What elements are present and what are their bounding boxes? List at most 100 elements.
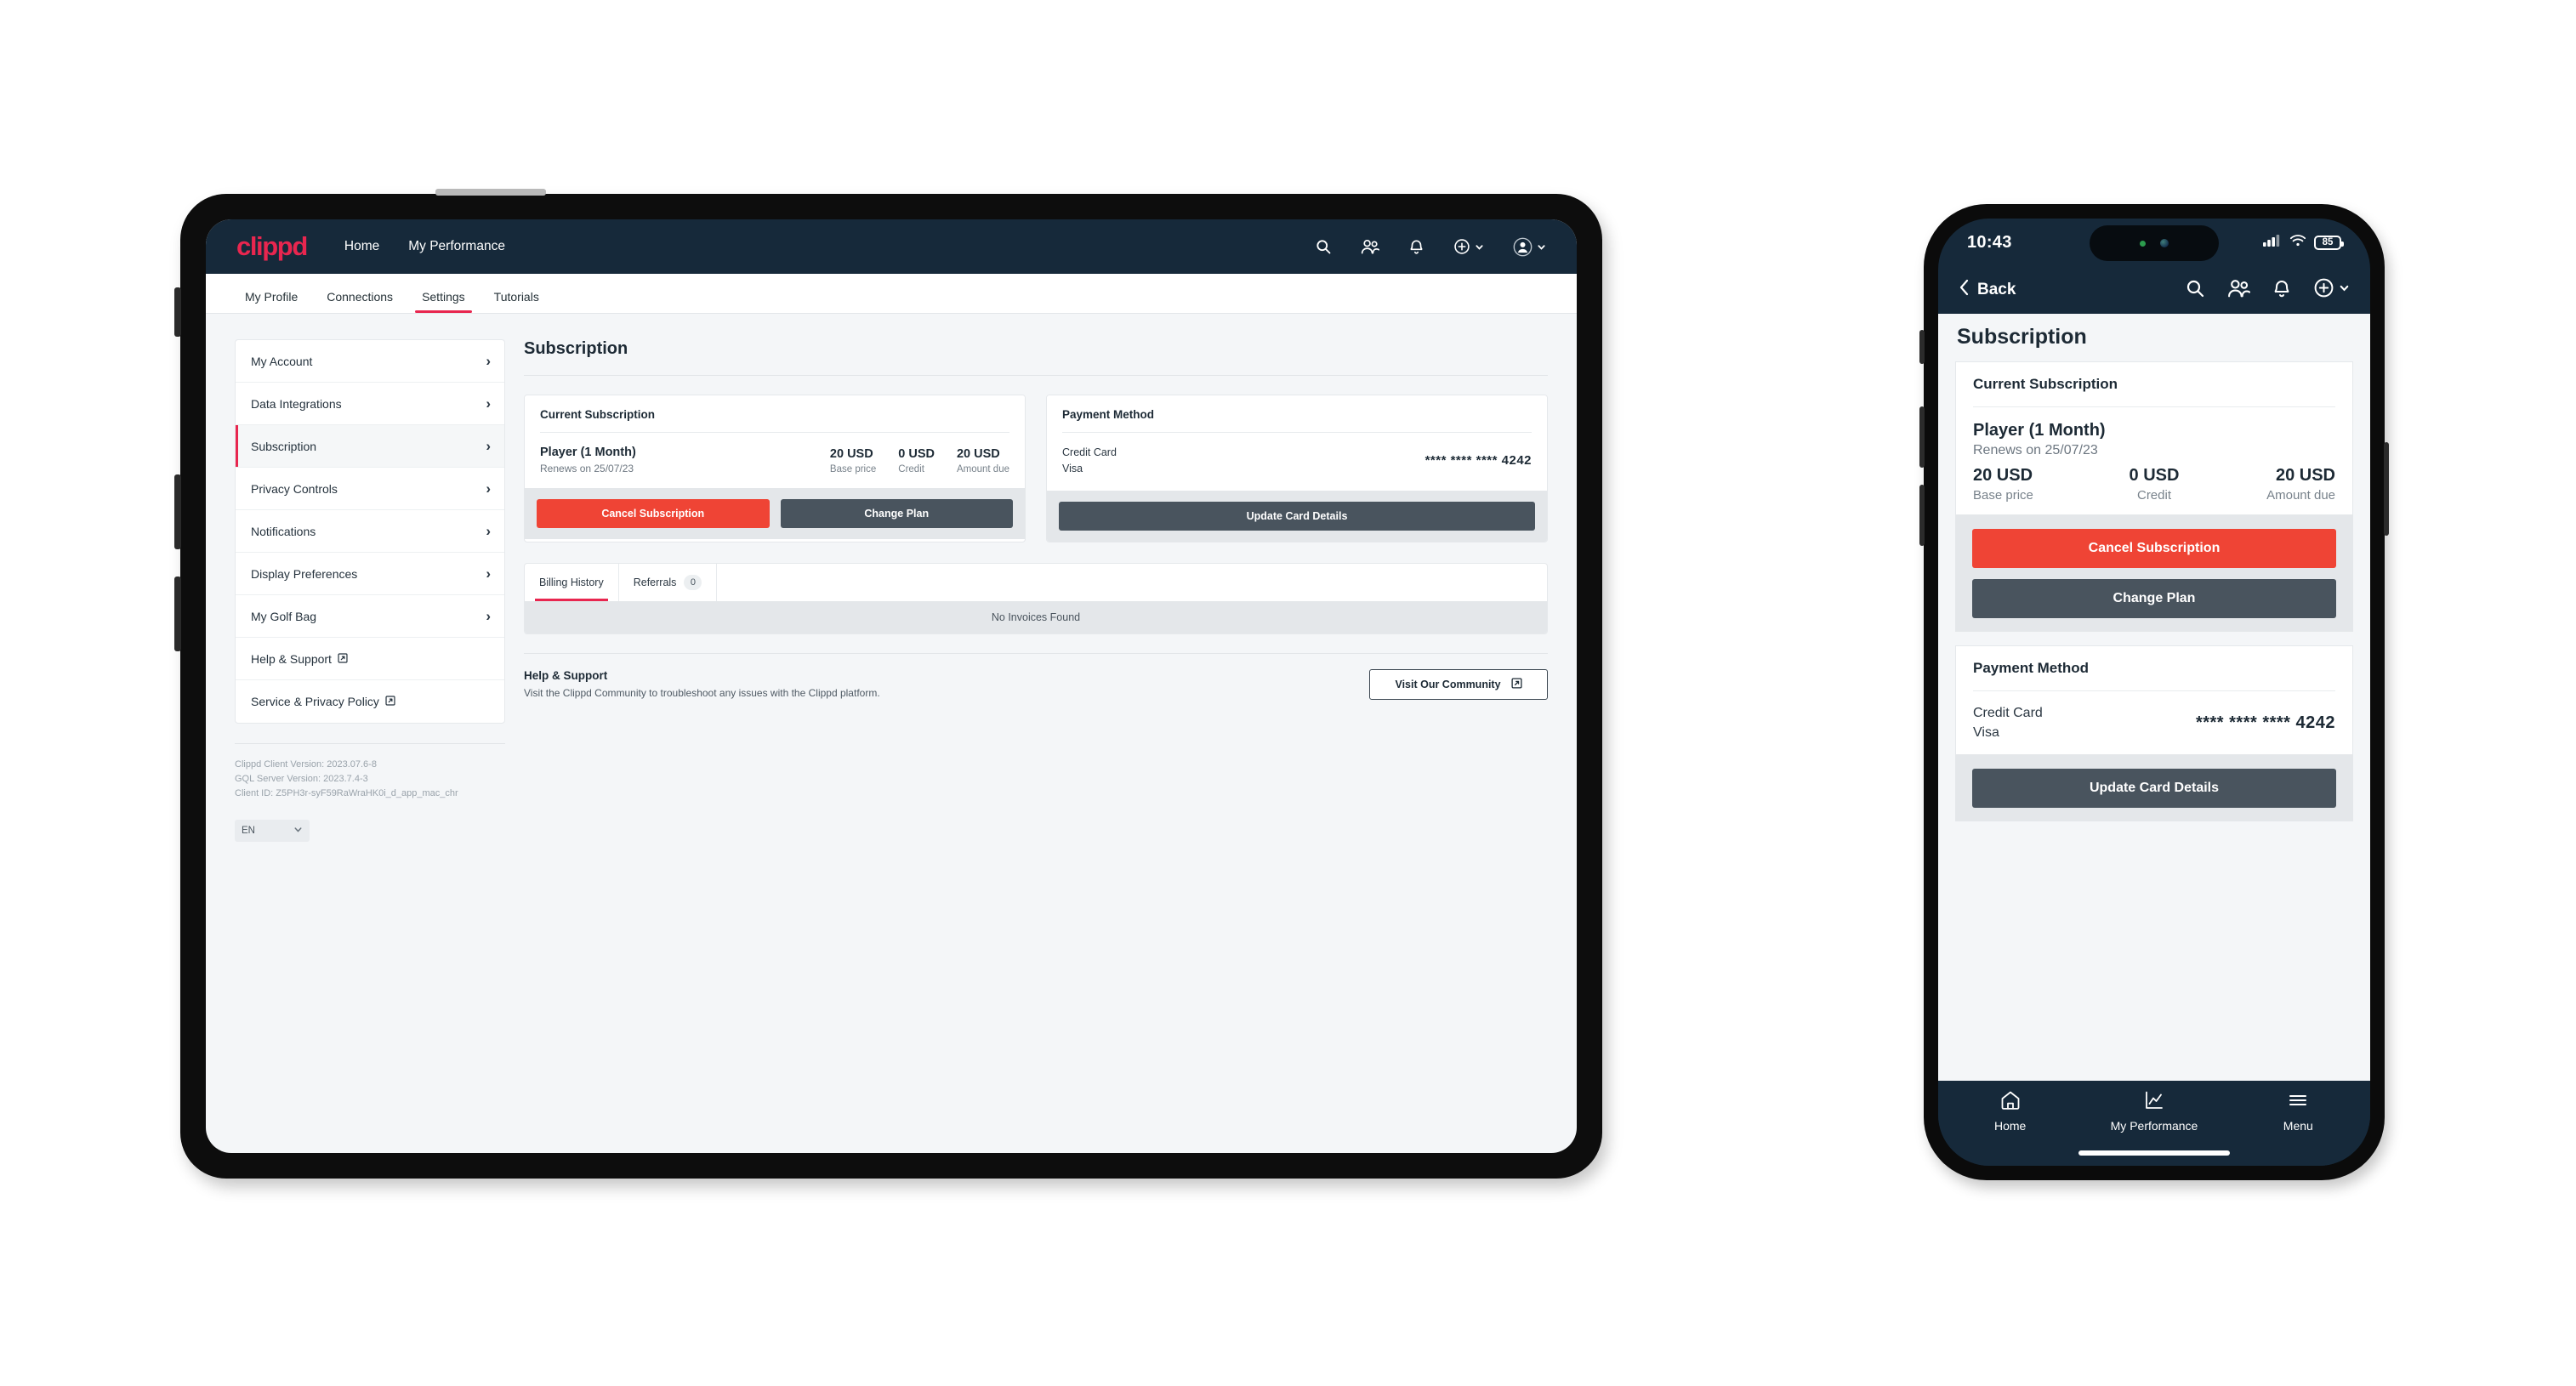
- chevron-down-icon: [1537, 242, 1546, 252]
- chevron-right-icon: ›: [486, 565, 491, 582]
- sidebar-item-my-account[interactable]: My Account ›: [236, 340, 504, 383]
- external-link-icon: [338, 652, 348, 666]
- account-menu[interactable]: [1513, 237, 1546, 257]
- nav-link-my-performance[interactable]: My Performance: [408, 239, 505, 254]
- bottom-nav-label: My Performance: [2110, 1119, 2198, 1133]
- payment-method-actions: Update Card Details: [1047, 490, 1547, 542]
- phone-volume-up-button[interactable]: [1919, 406, 1925, 468]
- tab-billing-history[interactable]: Billing History: [525, 563, 619, 601]
- card-divider: [1062, 432, 1532, 433]
- search-icon[interactable]: [2185, 278, 2205, 303]
- phone-power-button[interactable]: [2384, 442, 2389, 536]
- external-link-icon: [1511, 677, 1522, 691]
- page-title: Subscription: [524, 339, 628, 358]
- battery-indicator: 85: [2314, 235, 2344, 250]
- plus-circle-menu[interactable]: [2313, 277, 2350, 303]
- phone-payment-method-card: Payment Method Credit Card Visa **** ***…: [1955, 645, 2353, 756]
- change-plan-button[interactable]: Change Plan: [780, 499, 1013, 528]
- payment-method-row: Credit Card Visa **** **** **** 4242: [1062, 445, 1532, 477]
- clippd-logo[interactable]: clippd: [236, 231, 308, 262]
- base-price-label: Base price: [1973, 488, 2033, 503]
- plus-circle-icon: [2313, 277, 2334, 303]
- back-button[interactable]: Back: [1959, 279, 2016, 301]
- plan-renewal-date: Renews on 25/07/23: [1973, 443, 2098, 457]
- bell-icon[interactable]: [1408, 238, 1424, 255]
- cancel-subscription-button[interactable]: Cancel Subscription: [1972, 529, 2336, 568]
- sidebar-item-label: Notifications: [251, 524, 316, 538]
- sidebar-item-display-preferences[interactable]: Display Preferences ›: [236, 553, 504, 595]
- tablet-screen: clippd Home My Performance My Profile Co…: [206, 219, 1577, 1153]
- tab-my-profile[interactable]: My Profile: [235, 290, 308, 313]
- tab-label: Billing History: [539, 576, 604, 588]
- home-indicator[interactable]: [2078, 1150, 2230, 1156]
- plan-renewal-date: Renews on 25/07/23: [540, 463, 634, 474]
- tab-settings[interactable]: Settings: [412, 290, 475, 313]
- sidebar-item-label: Display Preferences: [251, 566, 358, 581]
- tablet-volume-up-button[interactable]: [174, 474, 181, 549]
- plus-circle-icon: [1453, 238, 1470, 255]
- payment-method-row: Credit Card Visa **** **** **** 4242: [1973, 703, 2335, 742]
- tab-connections[interactable]: Connections: [316, 290, 403, 313]
- bottom-nav-my-performance[interactable]: My Performance: [2082, 1089, 2226, 1133]
- nav-link-home[interactable]: Home: [344, 239, 379, 254]
- base-price-value: 20 USD: [1973, 466, 2033, 485]
- visit-our-community-button[interactable]: Visit Our Community: [1369, 668, 1548, 700]
- people-icon[interactable]: [2227, 278, 2250, 303]
- credit-label: Credit: [2136, 488, 2171, 503]
- bell-icon[interactable]: [2272, 278, 2291, 303]
- referrals-count-badge: 0: [684, 574, 702, 590]
- tablet-top-button[interactable]: [435, 189, 546, 196]
- subscription-actions: Cancel Subscription Change Plan: [525, 488, 1025, 539]
- phone-volume-down-button[interactable]: [1919, 485, 1925, 546]
- sidebar-item-privacy-controls[interactable]: Privacy Controls ›: [236, 468, 504, 510]
- change-plan-button[interactable]: Change Plan: [1972, 579, 2336, 618]
- bottom-nav-menu[interactable]: Menu: [2226, 1089, 2370, 1133]
- sidebar-item-notifications[interactable]: Notifications ›: [236, 510, 504, 553]
- card-title: Current Subscription: [540, 408, 656, 421]
- card-type-label: Credit Card: [1062, 446, 1117, 458]
- phone-amounts-row: 20 USD Base price 0 USD Credit 20 USD Am…: [1973, 466, 2335, 503]
- sidebar-item-subscription[interactable]: Subscription ›: [236, 425, 504, 468]
- phone-top-nav: Back: [1938, 266, 2370, 314]
- bottom-nav-home[interactable]: Home: [1938, 1089, 2082, 1133]
- tab-referrals[interactable]: Referrals 0: [619, 563, 718, 601]
- update-card-details-button[interactable]: Update Card Details: [1972, 769, 2336, 809]
- tablet-side-button-1[interactable]: [174, 287, 181, 337]
- phone-bottom-nav: Home My Performance Menu: [1938, 1081, 2370, 1166]
- credit-block: 0 USD Credit: [898, 447, 935, 474]
- sidebar-item-data-integrations[interactable]: Data Integrations ›: [236, 383, 504, 425]
- sidebar-item-help-and-support[interactable]: Help & Support: [236, 638, 504, 680]
- status-bar-time: 10:43: [1967, 232, 2012, 252]
- help-section-title: Help & Support: [524, 669, 608, 682]
- search-icon[interactable]: [1315, 238, 1332, 255]
- wifi-icon: [2289, 234, 2306, 252]
- settings-sidebar: My Account › Data Integrations › Subscri…: [235, 339, 505, 843]
- home-icon: [1999, 1089, 2022, 1114]
- plus-circle-menu[interactable]: [1453, 238, 1484, 255]
- sidebar-item-label: Subscription: [251, 439, 317, 453]
- language-select[interactable]: EN: [235, 820, 310, 843]
- title-divider: [524, 375, 1548, 376]
- amount-due-value: 20 USD: [2275, 466, 2335, 485]
- client-version-text: Clippd Client Version: 2023.07.6-8: [235, 759, 377, 770]
- update-card-details-button[interactable]: Update Card Details: [1059, 501, 1535, 531]
- tab-tutorials[interactable]: Tutorials: [484, 290, 549, 313]
- chart-icon: [2143, 1089, 2165, 1114]
- cancel-subscription-button[interactable]: Cancel Subscription: [537, 499, 770, 528]
- tab-label: Referrals: [633, 576, 677, 588]
- credit-block: 0 USD Credit: [2094, 466, 2215, 503]
- chevron-down-icon: [2339, 282, 2350, 298]
- screenshot-stage: clippd Home My Performance My Profile Co…: [0, 0, 2576, 1386]
- sidebar-item-service-and-privacy-policy[interactable]: Service & Privacy Policy: [236, 680, 504, 723]
- tablet-volume-down-button[interactable]: [174, 577, 181, 651]
- bottom-nav-label: Home: [1993, 1119, 2027, 1133]
- sidebar-item-my-golf-bag[interactable]: My Golf Bag ›: [236, 595, 504, 638]
- people-icon[interactable]: [1361, 238, 1379, 255]
- settings-subtab-bar: My Profile Connections Settings Tutorial…: [206, 274, 1577, 314]
- phone-content-area: Subscription Current Subscription Player…: [1938, 314, 2370, 1081]
- dynamic-island: [2090, 225, 2219, 261]
- chevron-down-icon: [293, 825, 303, 837]
- phone-mute-switch[interactable]: [1919, 330, 1925, 364]
- server-version-text: GQL Server Version: 2023.7.4-3: [235, 774, 368, 785]
- billing-tabs-strip: Billing History Referrals 0: [525, 563, 1547, 601]
